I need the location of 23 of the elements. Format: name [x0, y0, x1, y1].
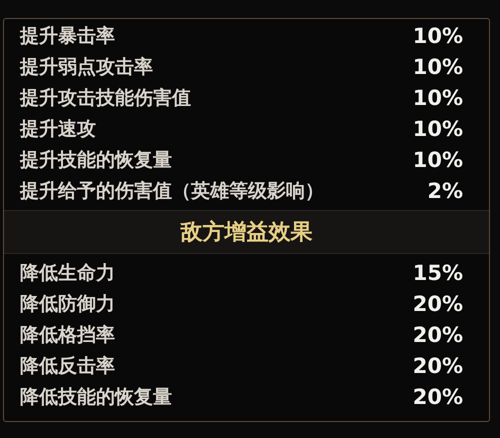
effect-value: 10% — [412, 116, 463, 143]
effect-value: 10% — [412, 54, 463, 81]
effect-label: 降低格挡率 — [20, 323, 115, 348]
effect-label: 提升弱点攻击率 — [20, 55, 153, 80]
effect-label: 降低防御力 — [20, 292, 115, 318]
effect-value: 15% — [412, 260, 463, 287]
effect-value: 20% — [412, 384, 463, 411]
effect-value: 10% — [412, 84, 463, 112]
effect-label: 降低生命力 — [20, 261, 115, 286]
effect-label: 降低技能的恢复量 — [20, 385, 172, 410]
effect-value: 2% — [427, 178, 463, 205]
effect-label: 提升技能的恢复量 — [20, 148, 172, 174]
effect-label: 提升给予的伤害值（英雄等级影响） — [20, 179, 324, 204]
effect-value: 20% — [412, 290, 463, 318]
effect-label: 降低反击率 — [20, 354, 115, 380]
effect-value: 10% — [412, 22, 463, 50]
effect-value: 20% — [412, 352, 463, 380]
section-title: 敌方增益效果 — [180, 218, 312, 246]
effect-value: 20% — [412, 322, 463, 349]
effect-label: 提升攻击技能伤害值 — [20, 86, 191, 112]
effect-value: 10% — [412, 146, 463, 174]
effect-label: 提升暴击率 — [20, 24, 115, 50]
effect-label: 提升速攻 — [20, 117, 96, 142]
